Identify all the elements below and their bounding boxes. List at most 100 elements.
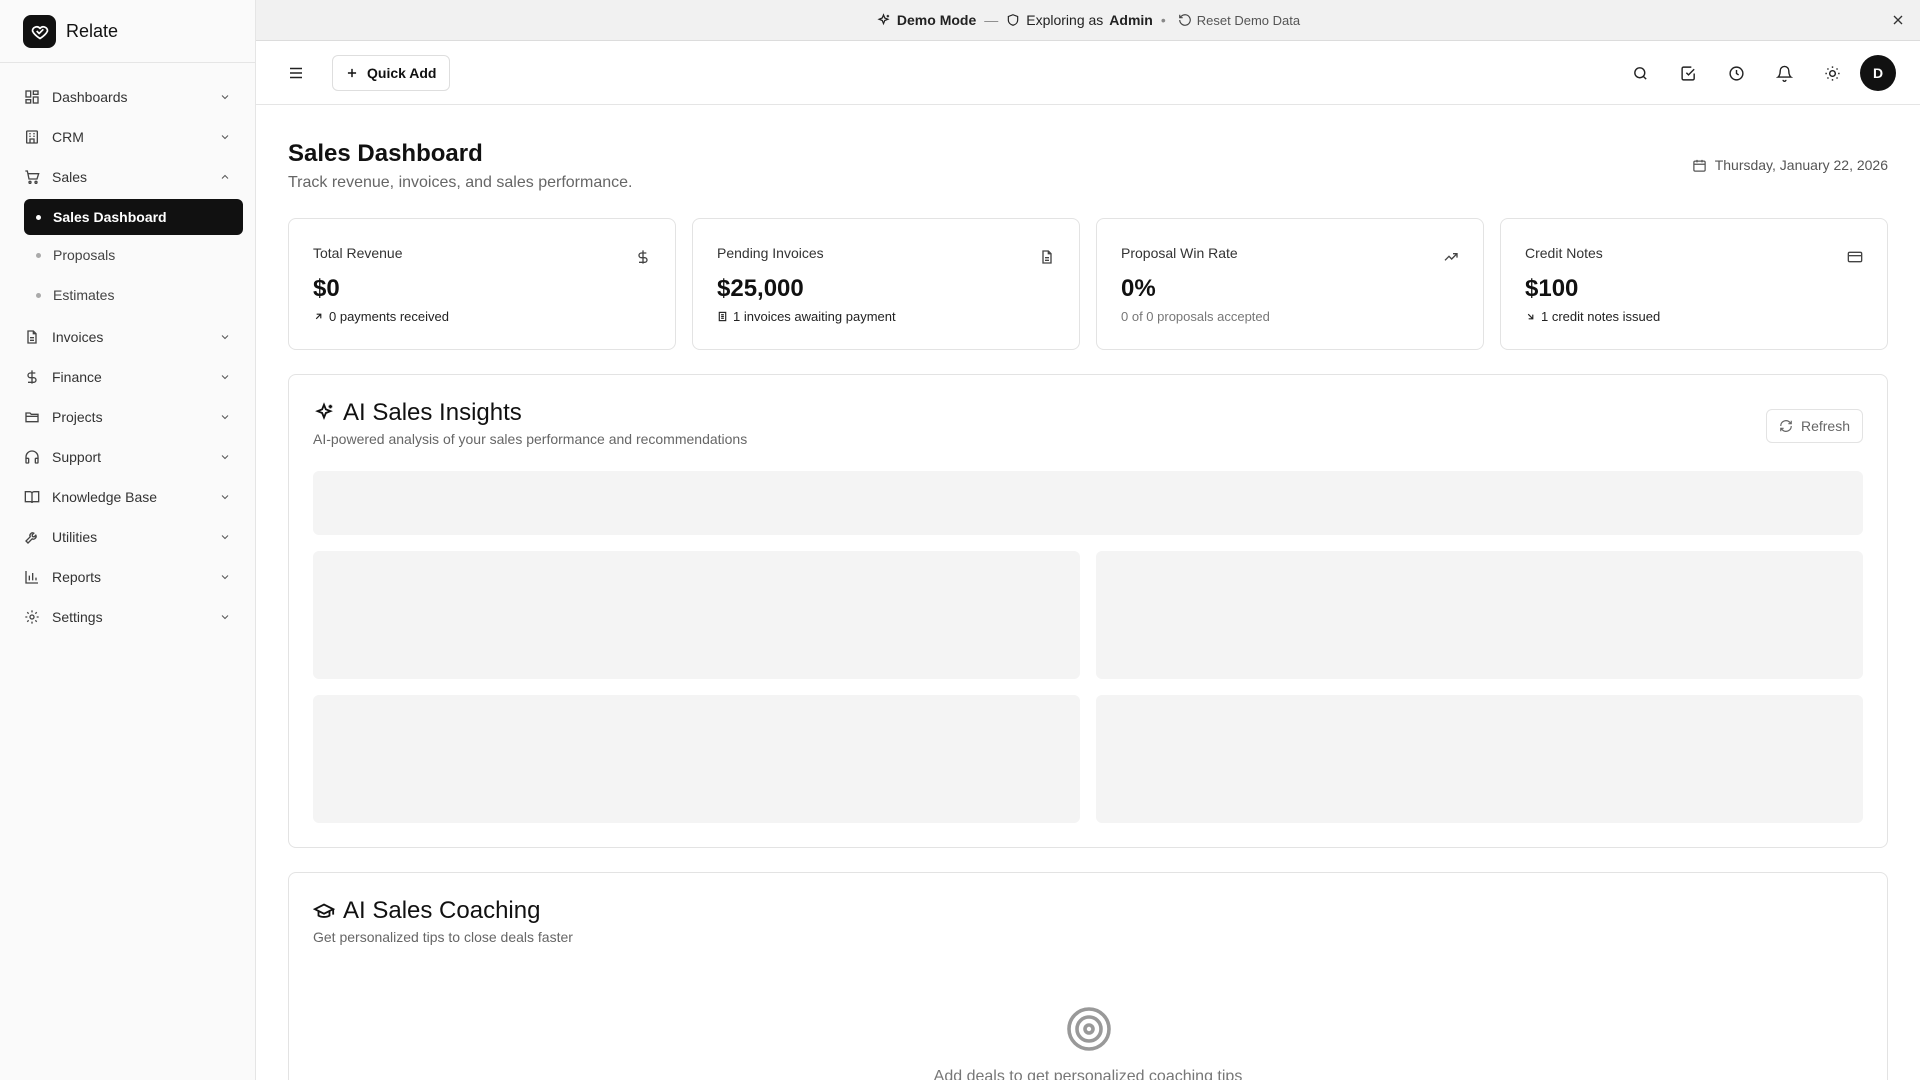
stat-card-proposal-win-rate[interactable]: Proposal Win Rate 0% 0 of 0 proposals ac… [1096,218,1484,350]
brand-logo-icon [23,14,56,48]
sidebar-item-label: CRM [52,129,84,145]
search-icon [1633,66,1647,80]
sidebar-item-label: Support [52,449,102,465]
sales-submenu: Sales Dashboard Proposals Estimates [0,197,255,317]
ai-sales-coaching-card: AI Sales Coaching Get personalized tips … [288,872,1888,1080]
loading-skeleton [313,695,1080,823]
ai-sales-coaching-subtitle: Get personalized tips to close deals fas… [313,929,573,945]
banner-dash: — [984,12,999,28]
chevron-down-icon [221,495,229,500]
sidebar-item-knowledge-base[interactable]: Knowledge Base [0,477,255,517]
sidebar-nav: Dashboards CRM Sales Sales Dashboard Pro… [0,63,255,637]
notifications-button[interactable] [1760,54,1808,92]
reset-demo-data-label: Reset Demo Data [1196,12,1301,28]
sidebar-item-utilities[interactable]: Utilities [0,517,255,557]
file-text-icon [1042,250,1052,264]
dollar-icon [638,250,648,264]
page-subtitle: Track revenue, invoices, and sales perfo… [288,174,633,191]
ai-sales-insights-subtitle: AI-powered analysis of your sales perfor… [313,431,748,447]
stat-value: $100 [1525,275,1579,302]
coaching-empty-state: Add deals to get personalized coaching t… [933,1068,1243,1080]
sidebar-item-dashboards[interactable]: Dashboards [0,77,255,117]
stat-subtext: 0 of 0 proposals accepted [1121,309,1459,324]
stat-cards: Total Revenue $0 0 payments received Pen… [288,218,1888,350]
arrow-down-right-icon [1527,313,1534,320]
trending-up-icon [1444,253,1458,261]
grid-icon [24,89,40,105]
brand-name: Relate [66,20,119,41]
card-title-text: AI Sales Coaching [343,897,541,924]
stat-value: $25,000 [717,275,804,302]
stat-label: Proposal Win Rate [1121,245,1238,261]
loading-skeleton [1096,695,1863,823]
avatar[interactable]: D [1860,55,1896,91]
chevron-up-icon [221,174,229,179]
page-title: Sales Dashboard [288,140,483,167]
chevron-down-icon [221,455,229,460]
sidebar-item-reports[interactable]: Reports [0,557,255,597]
loading-skeleton [313,551,1080,679]
current-date-text: Thursday, January 22, 2026 [1714,157,1888,173]
sidebar-subitem-sales-dashboard[interactable]: Sales Dashboard [24,199,243,235]
sidebar-item-support[interactable]: Support [0,437,255,477]
sidebar-subitem-proposals[interactable]: Proposals [0,235,255,275]
menu-icon [290,67,302,78]
tasks-button[interactable] [1664,54,1712,92]
ai-sales-insights-title: AI Sales Insights [313,399,1863,427]
close-icon[interactable] [1890,12,1906,28]
bullet-dot [36,292,41,298]
check-square-icon [1680,65,1695,81]
time-tracking-button[interactable] [1712,54,1760,92]
refresh-button[interactable]: Refresh [1765,409,1863,443]
file-icon [24,329,40,345]
sidebar-toggle-button[interactable] [284,61,308,85]
theme-toggle-button[interactable] [1808,54,1856,92]
sidebar-subitem-estimates[interactable]: Estimates [0,275,255,315]
graduation-cap-icon [313,903,335,918]
search-button[interactable] [1616,54,1664,92]
stat-label: Total Revenue [313,245,403,261]
loading-skeleton [1096,551,1863,679]
bar-chart-icon [24,569,40,585]
stat-card-credit-notes[interactable]: Credit Notes $100 1 credit notes issued [1500,218,1888,350]
sidebar-item-label: Invoices [52,329,104,345]
sidebar-item-label: Dashboards [52,89,128,105]
topbar-actions: D [1616,54,1896,92]
dollar-icon [24,369,40,385]
sidebar-item-crm[interactable]: CRM [0,117,255,157]
demo-mode-indicator: Demo Mode [876,12,976,28]
shield-icon [1008,14,1019,26]
stat-card-pending-invoices[interactable]: Pending Invoices $25,000 1 invoices awai… [692,218,1080,350]
stat-value: 0% [1121,275,1156,302]
chevron-down-icon [221,335,229,340]
sidebar-item-projects[interactable]: Projects [0,397,255,437]
stat-card-total-revenue[interactable]: Total Revenue $0 0 payments received [288,218,676,350]
refresh-icon [1780,420,1792,432]
exploring-prefix: Exploring as [1026,12,1104,28]
sidebar-item-settings[interactable]: Settings [0,597,255,637]
sidebar-item-sales[interactable]: Sales [0,157,255,197]
rotate-ccw-icon [1178,14,1191,26]
sidebar-item-label: Sales [52,169,88,185]
chevron-down-icon [221,415,229,420]
ai-sales-insights-card: AI Sales Insights AI-powered analysis of… [288,374,1888,848]
chevron-down-icon [221,95,229,100]
reset-demo-data-button[interactable]: Reset Demo Data [1178,13,1300,28]
stat-subtext-label: 0 payments received [329,309,449,324]
sidebar-item-finance[interactable]: Finance [0,357,255,397]
refresh-label: Refresh [1800,418,1850,434]
bullet-dot [36,214,41,220]
chevron-down-icon [221,135,229,140]
sidebar: Relate Dashboards CRM Sales Sales Dashbo… [0,0,256,1080]
brand[interactable]: Relate [0,0,255,63]
chevron-down-icon [221,535,229,540]
folder-icon [24,409,40,425]
stat-label: Credit Notes [1525,245,1603,261]
quick-add-button[interactable]: Quick Add [332,54,450,91]
sidebar-item-invoices[interactable]: Invoices [0,317,255,357]
arrow-up-right-icon [315,313,322,320]
plus-icon [347,68,357,77]
building-icon [24,129,40,145]
sidebar-item-label: Utilities [52,529,98,545]
stat-subtext: 1 invoices awaiting payment [717,309,1055,324]
